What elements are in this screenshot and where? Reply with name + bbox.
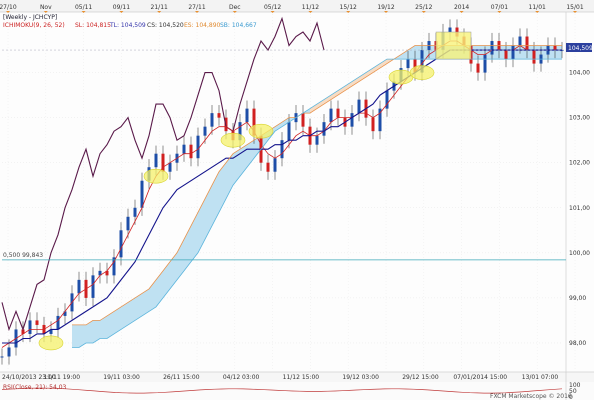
highlight-ellipse xyxy=(409,65,435,80)
y-tick-label: 103,00 xyxy=(569,115,590,122)
candle-body xyxy=(504,50,508,60)
highlight-ellipse xyxy=(220,132,246,148)
candle-body xyxy=(525,36,529,51)
bottom-tick-label: 19/12 03:00 xyxy=(342,374,379,381)
candle-body xyxy=(245,108,249,123)
candle-body xyxy=(133,207,137,217)
bottom-tick-label: 11/12 15:00 xyxy=(283,374,320,381)
highlight-ellipse xyxy=(388,69,414,85)
candle-body xyxy=(168,162,172,172)
symbol-label: [Weekly - JCHCYP] xyxy=(3,14,57,21)
candle-body xyxy=(91,275,95,298)
top-tick-label: 2014 xyxy=(454,4,469,11)
candle-body xyxy=(203,126,207,136)
bottom-tick-label: 11/11 19:00 xyxy=(44,374,81,381)
target-zone xyxy=(435,31,472,60)
candle-body xyxy=(189,144,193,159)
bottom-tick-label: 04/12 03:00 xyxy=(223,374,260,381)
chart-svg: 104,00 103,00 102,00 101,00 100,00 99,00 98,00… xyxy=(0,0,594,400)
candle-body xyxy=(336,108,340,118)
candle-body xyxy=(126,216,130,231)
candle-body xyxy=(490,41,494,55)
candle-body xyxy=(322,122,326,136)
top-tick-label: 05/12 xyxy=(264,4,281,11)
y-tick-label: 102,00 xyxy=(569,160,590,167)
candle-body xyxy=(280,140,284,159)
top-tick-label: 21/11 xyxy=(151,4,168,11)
top-tick-label: 15/12 xyxy=(340,4,357,11)
watermark: FXCM Marketscope © 2016 xyxy=(490,393,572,400)
candle-body xyxy=(56,315,60,330)
top-tick-label: 25/12 xyxy=(415,4,432,11)
candle-body xyxy=(140,180,144,208)
candle-body xyxy=(406,59,410,69)
candle-body xyxy=(154,153,158,168)
candle-body xyxy=(511,45,515,60)
bottom-tick-label: 29/12 15:00 xyxy=(402,374,439,381)
top-tick-label: 05/11 xyxy=(75,4,92,11)
candle-body xyxy=(119,230,123,258)
highlight-ellipse xyxy=(38,335,64,351)
sb-readout: SB: 104,667 xyxy=(220,22,257,29)
top-tick-label: 07/01 xyxy=(491,4,508,11)
top-tick-label: 27/11 xyxy=(188,4,205,11)
y-tick-label: 101,00 xyxy=(569,205,590,212)
candle-body xyxy=(483,54,487,73)
candle-body xyxy=(553,45,557,51)
y-tick-label: 104,00 xyxy=(569,70,590,77)
candle-body xyxy=(357,99,361,114)
candle-body xyxy=(210,113,214,127)
es-readout: ES: 104,890 xyxy=(184,22,221,29)
candle-body xyxy=(448,27,452,33)
top-tick-label: 15/01 xyxy=(566,4,583,11)
tl-readout: TL: 104,509 xyxy=(109,22,146,29)
candle-body xyxy=(266,162,270,172)
candle-body xyxy=(301,113,305,127)
top-tick-label: 19/12 xyxy=(377,4,394,11)
candle-body xyxy=(217,113,221,118)
candle-body xyxy=(28,320,32,334)
y-tick-label: 99,00 xyxy=(569,295,586,302)
cs-readout: CS: 104,520 xyxy=(147,22,184,29)
bottom-tick-label: 07/01/2014 15:00 xyxy=(453,374,507,381)
candle-body xyxy=(350,113,354,127)
candle-body xyxy=(77,279,81,294)
candle-body xyxy=(273,158,277,172)
highlight-ellipse xyxy=(248,123,274,139)
top-tick-label: Nov xyxy=(40,4,52,11)
candle-body xyxy=(476,63,480,73)
price-tag-label: 104,509 xyxy=(568,45,593,52)
candle-body xyxy=(518,36,522,46)
sl-readout: SL: 104,815 xyxy=(75,22,111,29)
y-tick-label: 98,00 xyxy=(569,340,586,347)
candle-body xyxy=(196,135,200,159)
candle-body xyxy=(371,117,375,132)
top-tick-label: 09/11 xyxy=(113,4,130,11)
candle-body xyxy=(315,135,319,145)
y-tick-label: 100,00 xyxy=(569,250,590,257)
candle-body xyxy=(0,356,4,358)
candle-body xyxy=(182,144,186,154)
chart-window: 104,00 103,00 102,00 101,00 100,00 99,00 98,00… xyxy=(0,0,594,400)
candle-body xyxy=(532,50,536,64)
cloud-segment xyxy=(72,324,79,348)
bottom-tick-label: 26/11 15:00 xyxy=(163,374,200,381)
top-tick-label: 11/01 xyxy=(529,4,546,11)
highlight-ellipse xyxy=(143,168,169,184)
candle-body xyxy=(329,108,333,123)
hline-label: 0,500 99,843 xyxy=(3,252,43,259)
bottom-tick-label: 19/11 03:00 xyxy=(103,374,140,381)
indicator-readout: RSI(Close, 21): 54,03 xyxy=(3,384,67,391)
candle-body xyxy=(287,122,291,141)
candle-body xyxy=(63,311,67,316)
indicator-label: ICHIMOKU(9, 26, 52) xyxy=(3,22,65,29)
top-tick-label: Dec xyxy=(229,4,241,11)
top-tick-label: 27/10 xyxy=(0,4,17,11)
candle-body xyxy=(35,320,39,325)
top-tick-label: 11/12 xyxy=(302,4,319,11)
candle-body xyxy=(7,347,11,357)
bottom-tick-label: 13/01 07:00 xyxy=(522,374,559,381)
